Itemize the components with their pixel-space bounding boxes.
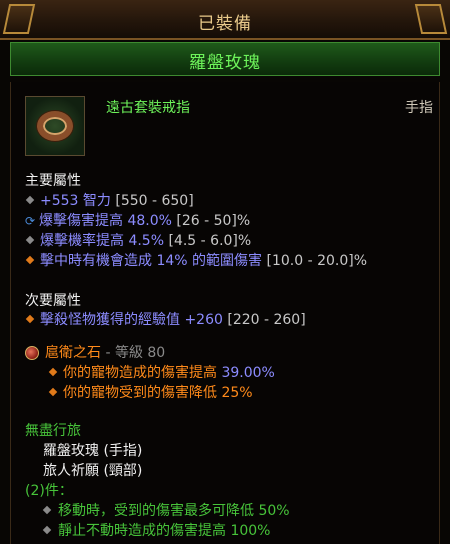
bullet-icon	[42, 505, 52, 515]
affix-range: [220 - 260]	[227, 312, 306, 328]
gem-rank: - 等級 80	[105, 345, 166, 361]
bullet-icon	[25, 314, 35, 324]
gem-effect-1: 你的寵物造成的傷害提高 39.00%	[48, 362, 275, 382]
set-bonus-1: 移動時，受到的傷害最多可降低 50%	[42, 500, 290, 520]
item-slot: 手指	[405, 100, 433, 116]
bullet-icon	[25, 195, 35, 205]
affix-text: 擊殺怪物獲得的經驗值	[40, 312, 185, 328]
set-bonus-text: 移動時，受到的傷害最多可降低 50%	[58, 503, 290, 519]
enchanted-icon: ⟳	[25, 214, 36, 228]
bullet-icon	[25, 255, 35, 265]
item-type: 遠古套裝戒指	[106, 100, 190, 116]
bullet-icon	[42, 525, 52, 535]
gem-effect-text: 你的寵物造成的傷害提高	[63, 365, 222, 381]
gem-effect-text: 你的寵物受到的傷害降低	[63, 385, 222, 401]
set-bonus-text: 靜止不動時造成的傷害提高 100%	[58, 523, 271, 539]
item-name: 羅盤玫瑰	[189, 53, 261, 73]
affix-value: 爆擊機率提高 4.5%	[40, 233, 165, 249]
affix-value: +260	[184, 312, 223, 328]
bullet-icon	[48, 387, 58, 397]
set-bonus-title: (2)件：	[25, 483, 73, 499]
gem-effect-value: 39.00%	[221, 365, 275, 381]
primary-affix-area-damage: 擊中時有機會造成 14% 的範圍傷害 [10.0 - 20.0]%	[25, 250, 367, 270]
primary-affix-int: +553 智力 [550 - 650]	[25, 190, 194, 210]
affix-value: 爆擊傷害提高 48.0%	[39, 213, 172, 229]
socketed-gem: 扈衛之石 - 等級 80	[25, 342, 165, 362]
secondary-affix-experience: 擊殺怪物獲得的經驗值 +260 [220 - 260]	[25, 309, 306, 329]
item-name-banner: 羅盤玫瑰	[10, 42, 440, 76]
bullet-icon	[25, 235, 35, 245]
affix-range: [4.5 - 6.0]%	[168, 233, 252, 249]
set-name: 無盡行旅	[25, 423, 81, 439]
set-piece-1: 羅盤玫瑰 (手指)	[43, 443, 143, 459]
gem-name: 扈衛之石	[45, 345, 101, 361]
gem-effect-value: 25%	[221, 385, 253, 401]
set-piece-2: 旅人祈願 (頸部)	[43, 463, 143, 479]
affix-value: 擊中時有機會造成 14% 的範圍傷害	[40, 253, 263, 269]
item-tooltip: 已裝備 羅盤玫瑰 遠古套裝戒指 手指 主要屬性 +553 智力 [550 - 6…	[0, 0, 450, 544]
bullet-icon	[48, 367, 58, 377]
primary-affix-crit-damage: ⟳ 爆擊傷害提高 48.0% [26 - 50]%	[25, 210, 250, 230]
affix-range: [10.0 - 20.0]%	[266, 253, 368, 269]
primary-affix-crit-chance: 爆擊機率提高 4.5% [4.5 - 6.0]%	[25, 230, 251, 250]
affix-range: [26 - 50]%	[176, 213, 251, 229]
tooltip-header: 已裝備	[0, 0, 450, 40]
ring-icon	[25, 96, 85, 156]
gem-icon	[25, 346, 39, 360]
primary-attributes-title: 主要屬性	[25, 173, 81, 189]
equipped-title: 已裝備	[198, 14, 252, 34]
affix-value: +553 智力	[40, 193, 111, 209]
affix-range: [550 - 650]	[115, 193, 194, 209]
ring-band	[37, 111, 73, 141]
set-bonus-2: 靜止不動時造成的傷害提高 100%	[42, 520, 271, 540]
gem-effect-2: 你的寵物受到的傷害降低 25%	[48, 382, 253, 402]
secondary-attributes-title: 次要屬性	[25, 293, 81, 309]
